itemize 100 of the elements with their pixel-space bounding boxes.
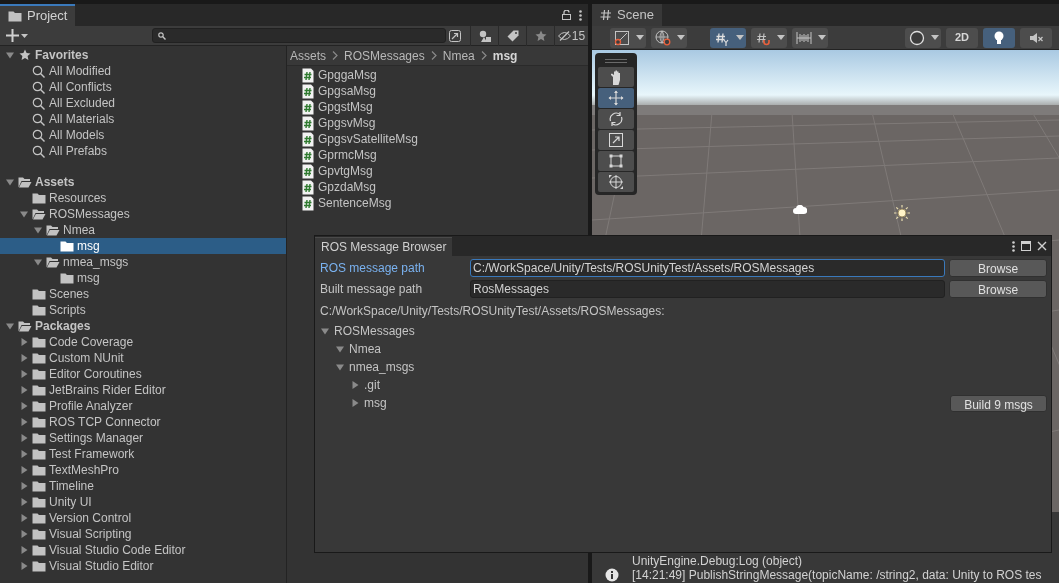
tree-item[interactable]: All Models bbox=[0, 127, 286, 143]
tree-item[interactable]: ROSMessages bbox=[319, 322, 950, 340]
tree-item[interactable]: .git bbox=[319, 376, 950, 394]
tree-item[interactable]: Packages bbox=[0, 318, 286, 334]
script-file-icon bbox=[302, 67, 314, 83]
toolbar-toggle[interactable] bbox=[610, 27, 634, 48]
folder-icon bbox=[32, 496, 46, 508]
search-window-button[interactable] bbox=[448, 28, 462, 43]
tree-item[interactable]: Timeline bbox=[0, 478, 286, 494]
file-item[interactable]: GpgsaMsg bbox=[287, 83, 588, 99]
tree-item[interactable]: Test Framework bbox=[0, 446, 286, 462]
console-message: UnityEngine.Debug:Log (object) bbox=[632, 554, 803, 568]
folder-icon bbox=[32, 192, 46, 204]
tree-item[interactable]: Settings Manager bbox=[0, 430, 286, 446]
panel-tab[interactable]: Project bbox=[0, 4, 76, 26]
dropdown-button[interactable] bbox=[929, 27, 941, 48]
file-item[interactable]: GprmcMsg bbox=[287, 147, 588, 163]
toolbar-toggle[interactable] bbox=[905, 27, 929, 48]
tree-item[interactable]: Nmea bbox=[0, 222, 286, 238]
toolbar-toggle[interactable] bbox=[983, 27, 1015, 48]
text-field[interactable]: RosMessages bbox=[470, 280, 946, 298]
tree-item[interactable]: Version Control bbox=[0, 510, 286, 526]
move-arrows-icon bbox=[608, 90, 624, 106]
transform-icon bbox=[608, 174, 624, 190]
toolbar-toggle[interactable] bbox=[651, 27, 675, 48]
search-field[interactable] bbox=[151, 28, 447, 43]
toolbar-toggle[interactable]: 2D bbox=[946, 27, 978, 48]
dropdown-button[interactable] bbox=[634, 27, 646, 48]
tree-item[interactable]: msg bbox=[0, 270, 286, 286]
file-item[interactable]: GpvtgMsg bbox=[287, 163, 588, 179]
folder-icon bbox=[46, 224, 60, 236]
tool-button[interactable] bbox=[598, 67, 634, 87]
tree-item[interactable]: msg bbox=[319, 394, 950, 412]
tree-item[interactable]: Nmea bbox=[319, 340, 950, 358]
tree-item[interactable]: All Prefabs bbox=[0, 143, 286, 159]
script-file-icon bbox=[302, 115, 314, 131]
tool-button[interactable] bbox=[598, 109, 634, 129]
tool-button[interactable] bbox=[598, 130, 634, 150]
tree-item[interactable]: Profile Analyzer bbox=[0, 398, 286, 414]
tree-item[interactable]: All Modified bbox=[0, 63, 286, 79]
file-item[interactable]: GpgstMsg bbox=[287, 99, 588, 115]
tree-item[interactable]: Scenes bbox=[0, 286, 286, 302]
tree-item[interactable]: Code Coverage bbox=[0, 334, 286, 350]
caret-icon bbox=[777, 35, 785, 40]
breadcrumb-item[interactable]: Nmea bbox=[442, 46, 475, 65]
breadcrumb-item[interactable]: msg bbox=[492, 46, 518, 65]
tree-item[interactable]: Favorites bbox=[0, 47, 286, 63]
tree-item[interactable]: Custom NUnit bbox=[0, 350, 286, 366]
tree-item[interactable]: ROSMessages bbox=[0, 206, 286, 222]
folder-icon bbox=[32, 432, 46, 444]
text-field[interactable]: C:/WorkSpace/Unity/Tests/ROSUnityTest/Assets/ROSMessages bbox=[470, 259, 946, 277]
drag-handle-icon[interactable] bbox=[605, 59, 627, 63]
window-tab[interactable]: ROS Message Browser bbox=[315, 237, 453, 256]
ruler-icon bbox=[796, 29, 812, 46]
toolbar-toggle[interactable] bbox=[1020, 27, 1052, 48]
tool-button[interactable] bbox=[598, 172, 634, 192]
tree-item[interactable]: All Materials bbox=[0, 111, 286, 127]
tree-item[interactable]: JetBrains Rider Editor bbox=[0, 382, 286, 398]
tree-item[interactable]: TextMeshPro bbox=[0, 462, 286, 478]
browse-button[interactable]: Browse bbox=[949, 259, 1047, 277]
tree-item[interactable]: Scripts bbox=[0, 302, 286, 318]
breadcrumb-item[interactable]: Assets bbox=[290, 46, 326, 65]
file-item[interactable]: GpgsvSatelliteMsg bbox=[287, 131, 588, 147]
tree-item[interactable]: Visual Studio Code Editor bbox=[0, 542, 286, 558]
tool-button[interactable] bbox=[598, 151, 634, 171]
browse-button[interactable]: Browse bbox=[949, 280, 1047, 298]
tool-button[interactable] bbox=[598, 88, 634, 108]
file-item[interactable]: GpzdaMsg bbox=[287, 179, 588, 195]
more-options-icon[interactable] bbox=[579, 9, 582, 21]
tree-item[interactable]: Editor Coroutines bbox=[0, 366, 286, 382]
tree-item[interactable]: Visual Studio Editor bbox=[0, 558, 286, 574]
search-icon bbox=[32, 96, 46, 110]
lock-icon[interactable] bbox=[562, 10, 571, 20]
tree-item[interactable]: Resources bbox=[0, 190, 286, 206]
tree-item[interactable]: Unity UI bbox=[0, 494, 286, 510]
panel-tab[interactable]: Scene bbox=[592, 4, 662, 26]
file-item[interactable]: SentenceMsg bbox=[287, 195, 588, 211]
tree-item[interactable]: ROS TCP Connector bbox=[0, 414, 286, 430]
dropdown-button[interactable] bbox=[816, 27, 828, 48]
tree-item[interactable]: All Excluded bbox=[0, 95, 286, 111]
toolbar-toggle[interactable] bbox=[792, 27, 816, 48]
tree-item[interactable]: All Conflicts bbox=[0, 79, 286, 95]
file-item[interactable]: GpggaMsg bbox=[287, 67, 588, 83]
close-icon[interactable] bbox=[1037, 241, 1047, 251]
tree-item[interactable]: Assets bbox=[0, 174, 286, 190]
tree-item[interactable]: nmea_msgs bbox=[0, 254, 286, 270]
maximize-icon[interactable] bbox=[1021, 241, 1031, 251]
tree-item[interactable]: msg bbox=[0, 238, 286, 254]
tree-item[interactable]: nmea_msgs bbox=[319, 358, 950, 376]
dropdown-button[interactable] bbox=[675, 27, 687, 48]
build-button[interactable]: Build 9 msgs bbox=[950, 395, 1047, 412]
window-arrow-icon bbox=[449, 29, 462, 42]
breadcrumb-item[interactable]: ROSMessages bbox=[344, 46, 425, 65]
more-options-icon[interactable] bbox=[1012, 240, 1015, 252]
toolbar-toggle[interactable] bbox=[710, 27, 734, 48]
dropdown-button[interactable] bbox=[734, 27, 746, 48]
tree-item[interactable]: Visual Scripting bbox=[0, 526, 286, 542]
dropdown-button[interactable] bbox=[775, 27, 787, 48]
toolbar-toggle[interactable] bbox=[751, 27, 775, 48]
file-item[interactable]: GpgsvMsg bbox=[287, 115, 588, 131]
